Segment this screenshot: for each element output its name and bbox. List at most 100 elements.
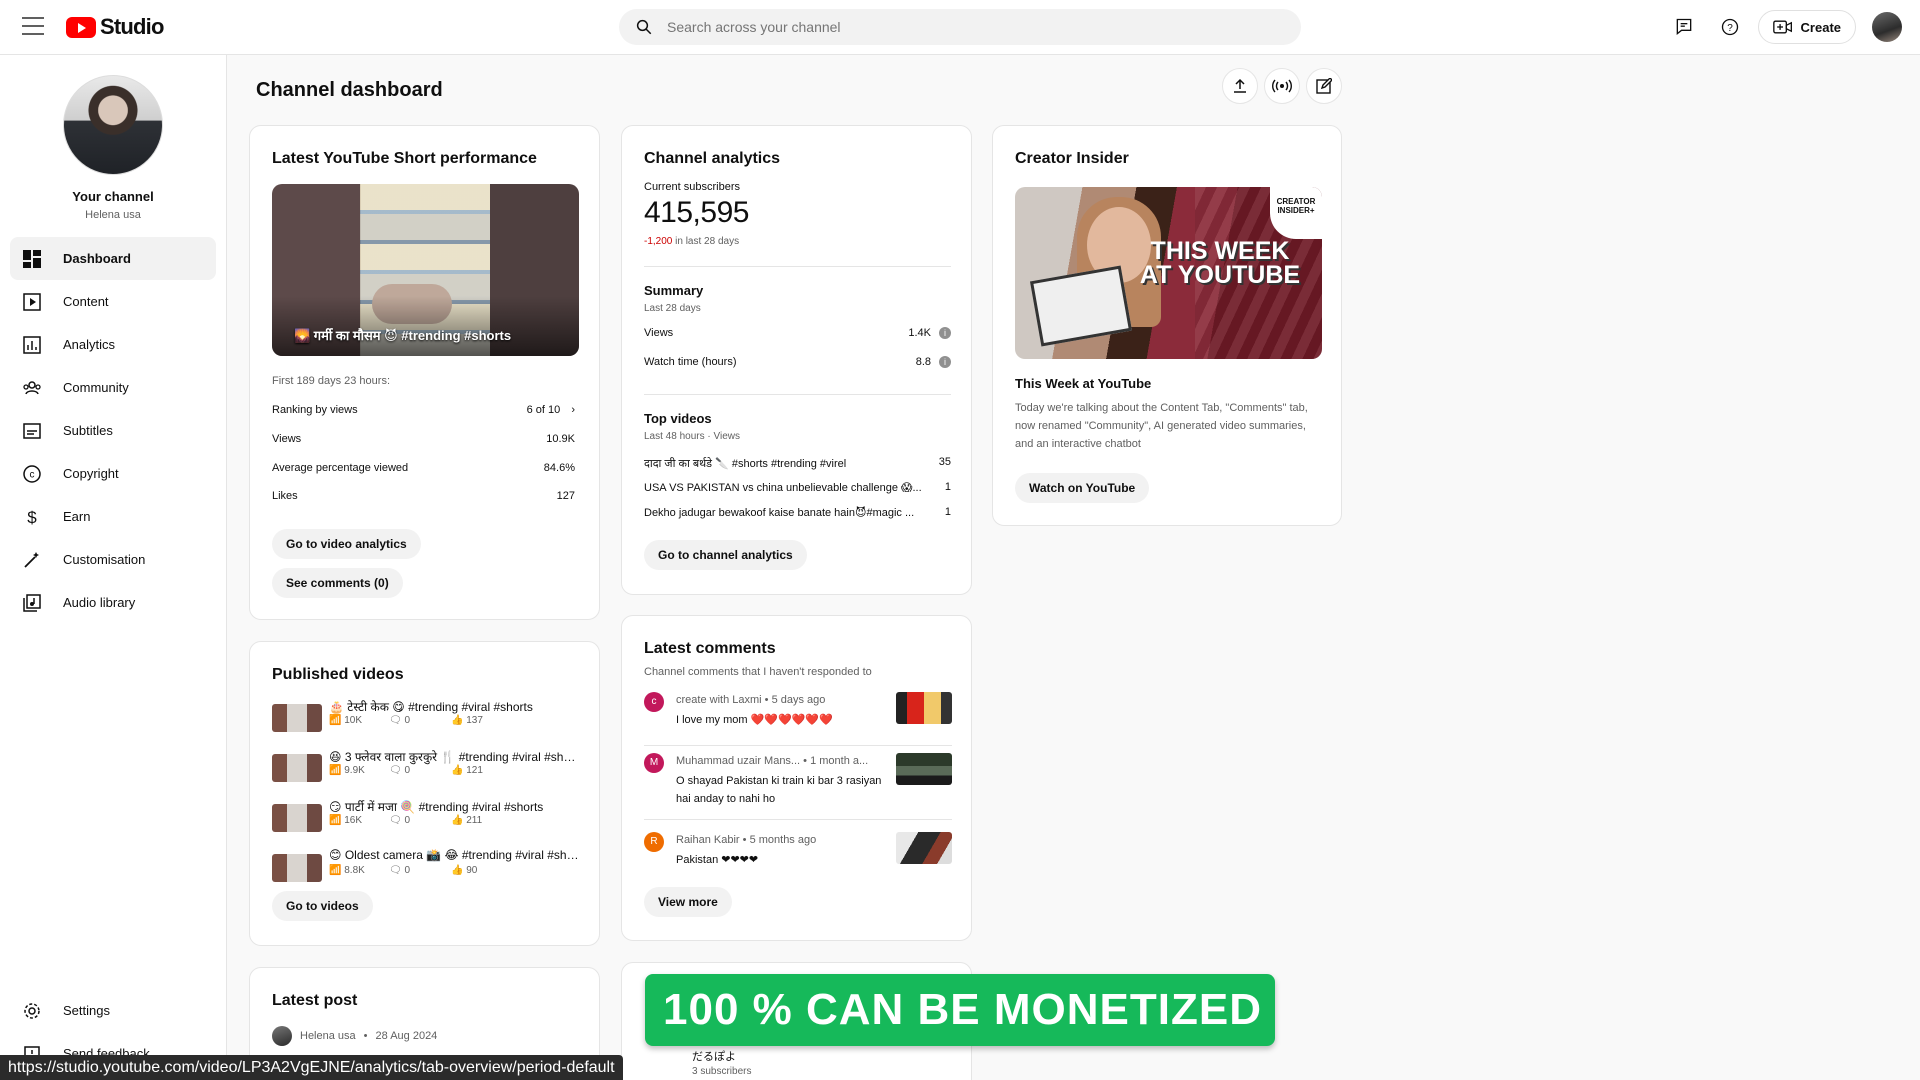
comment-author: Muhammad uzair Mans... — [676, 755, 801, 767]
logo-text: Studio — [100, 14, 164, 39]
upload-button[interactable] — [1222, 68, 1258, 104]
create-label: Create — [1800, 19, 1841, 35]
stat-value: 84.6% — [543, 462, 575, 474]
svg-text:c: c — [30, 469, 35, 480]
comment-video-thumbnail[interactable] — [896, 692, 952, 724]
content-icon — [22, 292, 42, 312]
likes-stat: 👍 90 — [451, 865, 478, 876]
feedback-message-icon[interactable] — [1666, 9, 1702, 45]
sidebar-item-label: Content — [63, 294, 109, 309]
summary-row[interactable]: Watch time (hours) 8.8 i — [644, 356, 951, 369]
subscriber-name[interactable]: だるぽよ — [692, 1048, 736, 1064]
sidebar-item-label: Analytics — [63, 337, 116, 352]
channel-name: Helena usa — [85, 209, 141, 221]
subscribers-count: 415,595 — [644, 196, 749, 229]
top-video-row[interactable]: दादा जी का बर्थडे 🔪 #shorts #trending #v… — [644, 456, 951, 471]
sidebar-item-community[interactable]: Community — [10, 366, 216, 409]
comment-meta: Muhammad uzair Mans... • 1 month a... — [676, 755, 869, 767]
ranking-row[interactable]: Ranking by views 6 of 10 › — [272, 404, 575, 416]
insider-video-title[interactable]: This Week at YouTube — [1015, 376, 1151, 391]
published-video-row[interactable]: 😏 पार्टी में मजा 🍭 #trending #viral #sho… — [272, 798, 582, 840]
sidebar: Your channel Helena usa Dashboard Conten… — [0, 55, 227, 1080]
studio-logo[interactable]: Studio — [66, 14, 164, 40]
top-videos-title: Top videos — [644, 411, 712, 426]
creator-insider-thumbnail[interactable]: THIS WEEK AT YOUTUBE CREATOR INSIDER+ — [1015, 187, 1322, 359]
views-stat: 📶 8.8K — [329, 865, 365, 876]
youtube-logo-icon — [66, 16, 96, 38]
sidebar-nav: Dashboard Content Analytics Community Su… — [0, 237, 226, 624]
video-thumbnail — [272, 754, 322, 782]
audio-library-icon — [22, 593, 42, 613]
comment-author: create with Laxmi — [676, 694, 762, 706]
summary-label: Watch time (hours) — [644, 356, 737, 368]
sidebar-item-customisation[interactable]: Customisation — [10, 538, 216, 581]
published-video-row[interactable]: 😊 Oldest camera 📸 😂 #trending #viral #sh… — [272, 848, 582, 890]
comment-video-thumbnail[interactable] — [896, 832, 952, 864]
subscribers-label: Current subscribers — [644, 181, 740, 193]
go-live-button[interactable] — [1264, 68, 1300, 104]
divider — [644, 394, 951, 395]
comment-row[interactable]: R Raihan Kabir • 5 months ago Pakistan ❤… — [644, 832, 952, 872]
top-video-row[interactable]: USA VS PAKISTAN vs china unbelievable ch… — [644, 481, 951, 494]
top-video-row[interactable]: Dekho jadugar bewakoof kaise banate hain… — [644, 506, 951, 519]
svg-text:?: ? — [1727, 23, 1733, 34]
top-video-views: 1 — [944, 506, 951, 518]
copyright-icon: c — [22, 464, 42, 484]
published-video-row[interactable]: 😆 3 फ्लेवर वाला कुरकुरे 🍴 #trending #vir… — [272, 748, 582, 790]
divider — [644, 745, 952, 746]
sidebar-item-settings[interactable]: Settings — [10, 989, 216, 1032]
sidebar-item-copyright[interactable]: c Copyright — [10, 452, 216, 495]
latest-comments-card: Latest comments Channel comments that I … — [621, 615, 972, 941]
see-comments-button[interactable]: See comments (0) — [272, 568, 403, 598]
link-status-url: https://studio.youtube.com/video/LP3A2Vg… — [0, 1055, 623, 1080]
search-input[interactable] — [667, 19, 1267, 35]
published-videos-card: Published videos 🎂 टेस्टी केक 😋 #trendin… — [249, 641, 600, 946]
comment-video-thumbnail[interactable] — [896, 753, 952, 785]
sidebar-item-audio-library[interactable]: Audio library — [10, 581, 216, 624]
subtitles-icon — [22, 421, 42, 441]
top-bar: Studio ? Create — [0, 0, 1920, 55]
summary-row[interactable]: Views 1.4K i — [644, 327, 951, 340]
summary-label: Views — [644, 327, 674, 339]
customisation-icon — [22, 550, 42, 570]
video-stats: 📶 10K 🗨 0 👍 137 — [329, 715, 483, 726]
search-bar[interactable] — [619, 9, 1301, 45]
short-caption: 🌄 गर्मी का मौसम 😈 #trending #shorts — [294, 328, 512, 343]
comment-row[interactable]: c create with Laxmi • 5 days ago I love … — [644, 692, 952, 742]
sidebar-item-earn[interactable]: $ Earn — [10, 495, 216, 538]
info-icon[interactable]: i — [939, 356, 951, 369]
create-post-button[interactable] — [1306, 68, 1342, 104]
summary-value: 8.8 — [915, 356, 931, 368]
sidebar-item-dashboard[interactable]: Dashboard — [10, 237, 216, 280]
view-more-button[interactable]: View more — [644, 887, 732, 917]
info-icon[interactable]: i — [939, 327, 951, 340]
watch-on-youtube-button[interactable]: Watch on YouTube — [1015, 473, 1150, 503]
monetization-banner: 100 % CAN BE MONETIZED — [645, 974, 1275, 1046]
short-thumbnail[interactable]: 🌄 गर्मी का मौसम 😈 #trending #shorts — [272, 184, 579, 356]
go-to-videos-button[interactable]: Go to videos — [272, 891, 373, 921]
card-title: Published videos — [272, 666, 404, 683]
settings-icon — [22, 1001, 42, 1021]
sidebar-item-label: Subtitles — [63, 423, 113, 438]
menu-icon[interactable] — [22, 17, 44, 35]
comments-stat: 🗨 0 — [389, 765, 411, 776]
go-to-channel-analytics-button[interactable]: Go to channel analytics — [644, 540, 807, 570]
help-icon[interactable]: ? — [1712, 9, 1748, 45]
stat-label: Views — [272, 433, 302, 445]
dashboard-icon — [22, 249, 42, 269]
published-video-row[interactable]: 🎂 टेस्टी केक 😋 #trending #viral #shorts … — [272, 698, 582, 740]
sidebar-item-analytics[interactable]: Analytics — [10, 323, 216, 366]
card-title: Latest post — [272, 992, 358, 1009]
sidebar-item-subtitles[interactable]: Subtitles — [10, 409, 216, 452]
stat-label: Average percentage viewed — [272, 462, 409, 474]
ranking-value: 6 of 10 — [526, 404, 561, 416]
comment-row[interactable]: M Muhammad uzair Mans... • 1 month a... … — [644, 753, 952, 809]
create-button[interactable]: Create — [1757, 10, 1856, 44]
account-avatar[interactable] — [1872, 12, 1902, 42]
top-video-views: 35 — [938, 456, 951, 468]
thumbnail-text: THIS WEEK AT YOUTUBE — [1139, 237, 1301, 289]
channel-avatar[interactable] — [63, 75, 163, 175]
go-to-video-analytics-button[interactable]: Go to video analytics — [272, 529, 421, 559]
sidebar-item-content[interactable]: Content — [10, 280, 216, 323]
commenter-avatar: R — [644, 832, 664, 852]
